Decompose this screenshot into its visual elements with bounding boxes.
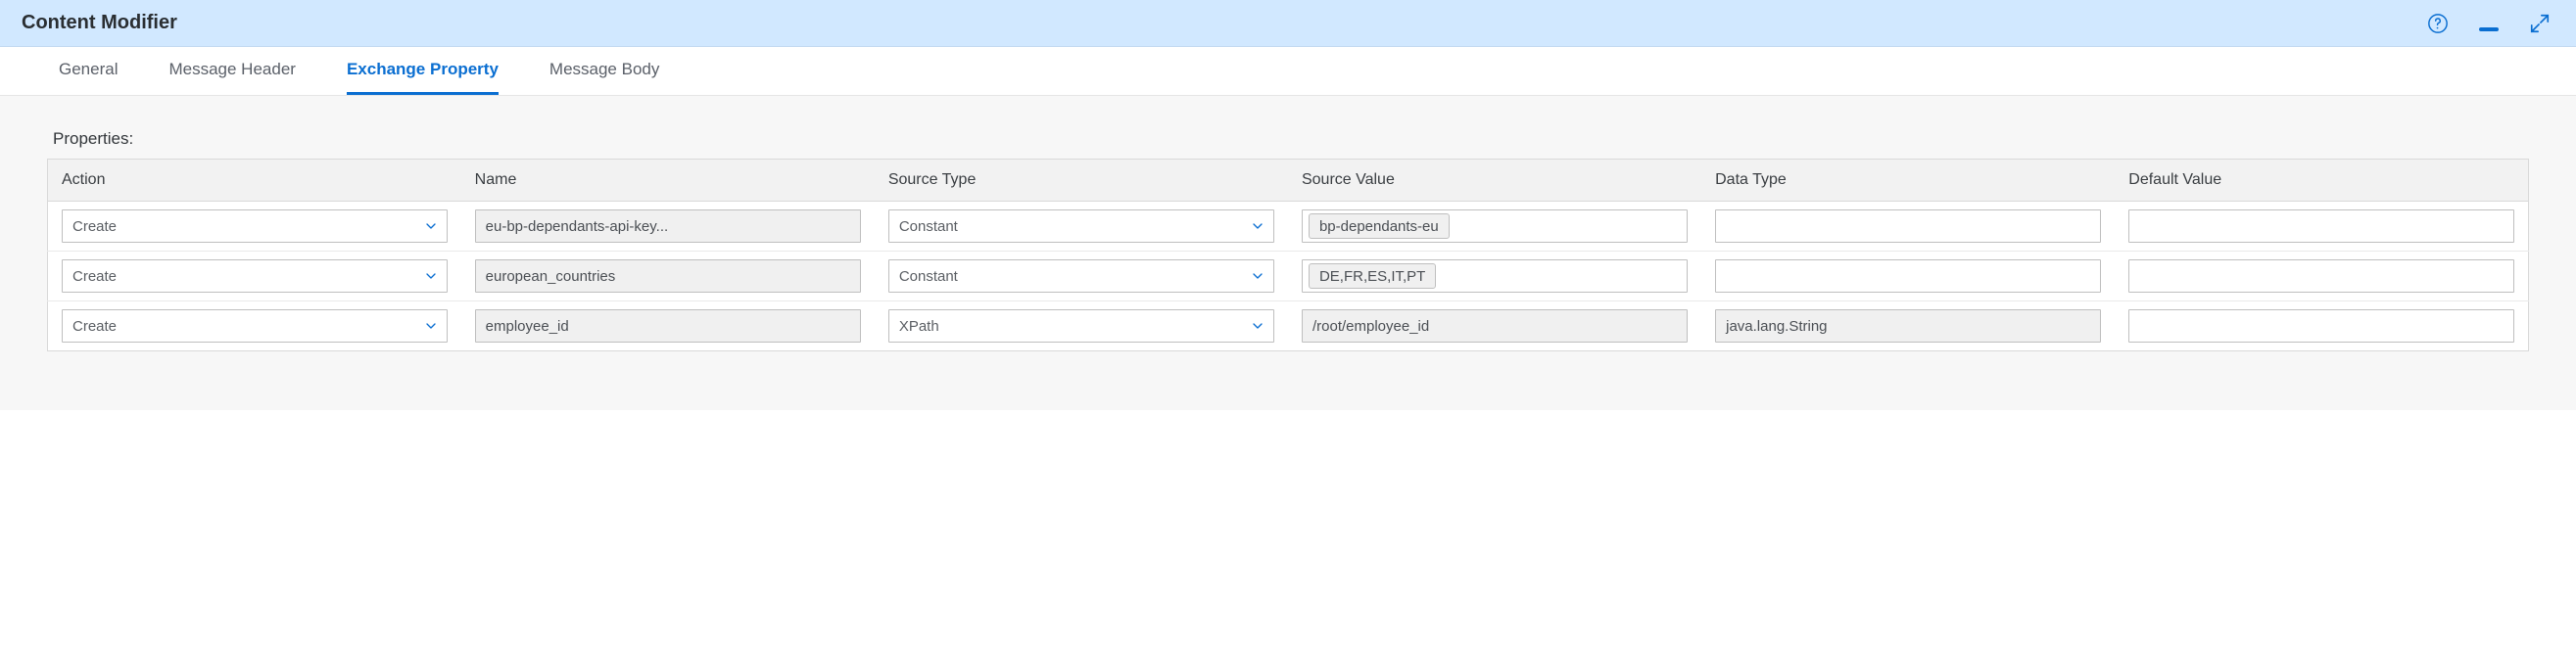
col-header-source-type: Source Type (875, 160, 1288, 202)
name-field[interactable]: eu-bp-dependants-api-key... (475, 209, 861, 243)
help-icon[interactable] (2425, 11, 2451, 36)
default-value-field[interactable] (2128, 309, 2514, 343)
expand-icon[interactable] (2527, 11, 2552, 36)
name-field[interactable]: european_countries (475, 259, 861, 293)
col-header-default-value: Default Value (2115, 160, 2528, 202)
tab-message-body[interactable]: Message Body (549, 47, 659, 95)
source-value-field[interactable]: /root/employee_id (1302, 309, 1688, 343)
source-type-select[interactable]: XPath (888, 309, 1274, 343)
section-label: Properties: (53, 129, 2529, 149)
tab-general[interactable]: General (59, 47, 118, 95)
panel-controls (2425, 11, 2552, 36)
table-row: Create european_countries Constant DE,FR,ES… (48, 252, 2529, 301)
action-select[interactable]: Create (62, 259, 448, 293)
panel-header: Content Modifier (0, 0, 2576, 47)
chevron-down-icon (1250, 218, 1265, 234)
col-header-name: Name (461, 160, 875, 202)
source-value-field[interactable]: bp-dependants-eu (1302, 209, 1688, 243)
table-row: Create employee_id XPath/root/employee_id j… (48, 301, 2529, 351)
data-type-field[interactable] (1715, 259, 2101, 293)
col-header-source-value: Source Value (1288, 160, 1701, 202)
source-type-select[interactable]: Constant (888, 259, 1274, 293)
chevron-down-icon (423, 268, 439, 284)
source-value-token: bp-dependants-eu (1309, 213, 1450, 239)
name-field[interactable]: employee_id (475, 309, 861, 343)
tab-exchange-property[interactable]: Exchange Property (347, 47, 499, 95)
panel-title: Content Modifier (22, 12, 2425, 34)
source-value-field[interactable]: DE,FR,ES,IT,PT (1302, 259, 1688, 293)
table-row: Create eu-bp-dependants-api-key... Constan… (48, 202, 2529, 252)
data-type-field[interactable] (1715, 209, 2101, 243)
chevron-down-icon (1250, 318, 1265, 334)
source-value-token: DE,FR,ES,IT,PT (1309, 263, 1436, 289)
col-header-data-type: Data Type (1701, 160, 2115, 202)
default-value-field[interactable] (2128, 209, 2514, 243)
tab-message-header[interactable]: Message Header (168, 47, 295, 95)
minimize-icon[interactable] (2476, 11, 2502, 36)
properties-table: Action Name Source Type Source Value Dat… (47, 159, 2529, 351)
default-value-field[interactable] (2128, 259, 2514, 293)
source-type-select[interactable]: Constant (888, 209, 1274, 243)
body-area: Properties: Action Name Source Type Sour… (0, 96, 2576, 410)
col-header-action: Action (48, 160, 461, 202)
data-type-field[interactable]: java.lang.String (1715, 309, 2101, 343)
action-select[interactable]: Create (62, 309, 448, 343)
chevron-down-icon (423, 218, 439, 234)
chevron-down-icon (1250, 268, 1265, 284)
chevron-down-icon (423, 318, 439, 334)
tabs-bar: General Message Header Exchange Property… (0, 47, 2576, 96)
action-select[interactable]: Create (62, 209, 448, 243)
